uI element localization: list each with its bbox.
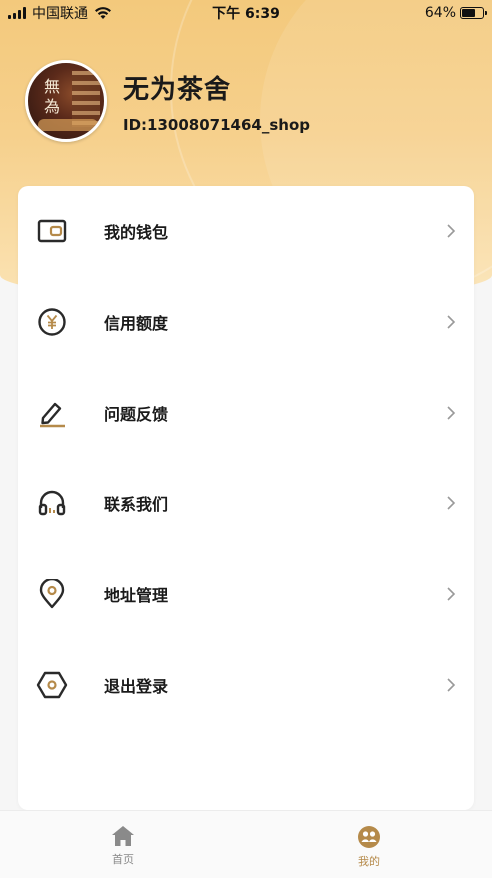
chevron-right-icon	[447, 496, 456, 510]
logout-icon	[36, 669, 68, 701]
tab-label: 首页	[112, 853, 134, 866]
chevron-right-icon	[447, 224, 456, 238]
tab-home[interactable]: 首页	[0, 811, 246, 878]
signal-icon	[8, 7, 26, 19]
menu-item-label: 信用额度	[104, 314, 169, 333]
yuan-icon	[36, 306, 68, 338]
chevron-right-icon	[447, 678, 456, 692]
tab-label: 我的	[358, 855, 380, 868]
home-icon	[112, 826, 134, 846]
carrier-name: 中国联通	[32, 6, 88, 22]
chevron-right-icon	[447, 315, 456, 329]
menu-card: 我的钱包 信用额度 问题反馈 联系我们 地址管理 退出登录	[18, 186, 474, 810]
shop-name: 无为茶舍	[123, 74, 232, 105]
menu-item-label: 问题反馈	[104, 405, 169, 424]
battery-percent: 64%	[424, 5, 456, 21]
menu-item-wallet[interactable]: 我的钱包	[18, 196, 474, 266]
battery-icon	[460, 7, 487, 19]
menu-item-label: 我的钱包	[104, 223, 169, 242]
profile-info: 无为茶舍 ID:13008071464_shop	[123, 69, 310, 134]
headset-icon	[36, 487, 68, 519]
wifi-icon	[95, 7, 111, 19]
menu-item-label: 退出登录	[104, 677, 169, 696]
status-bar-right: 64%	[424, 5, 487, 21]
mine-icon	[358, 826, 380, 848]
status-bar-left: 中国联通	[8, 3, 112, 23]
menu-item-label: 地址管理	[104, 586, 169, 605]
edit-icon	[36, 397, 68, 429]
menu-item-credit-limit[interactable]: 信用额度	[18, 287, 474, 357]
avatar-text: 無為	[43, 77, 60, 116]
menu-item-label: 联系我们	[104, 495, 169, 514]
menu-item-contact-us[interactable]: 联系我们	[18, 468, 474, 538]
tab-mine[interactable]: 我的	[246, 811, 492, 878]
menu-item-logout[interactable]: 退出登录	[18, 650, 474, 720]
menu-item-address-management[interactable]: 地址管理	[18, 559, 474, 629]
profile-section: 無為 无为茶舍 ID:13008071464_shop	[25, 60, 310, 142]
chevron-right-icon	[447, 406, 456, 420]
tab-bar: 首页 我的	[0, 810, 492, 878]
status-bar: 中国联通 下午 6:39 64%	[0, 0, 492, 26]
location-icon	[36, 578, 68, 610]
avatar[interactable]: 無為	[25, 60, 107, 142]
shop-id: ID:13008071464_shop	[123, 115, 310, 134]
wallet-icon	[36, 215, 68, 247]
chevron-right-icon	[447, 587, 456, 601]
menu-item-feedback[interactable]: 问题反馈	[18, 378, 474, 448]
